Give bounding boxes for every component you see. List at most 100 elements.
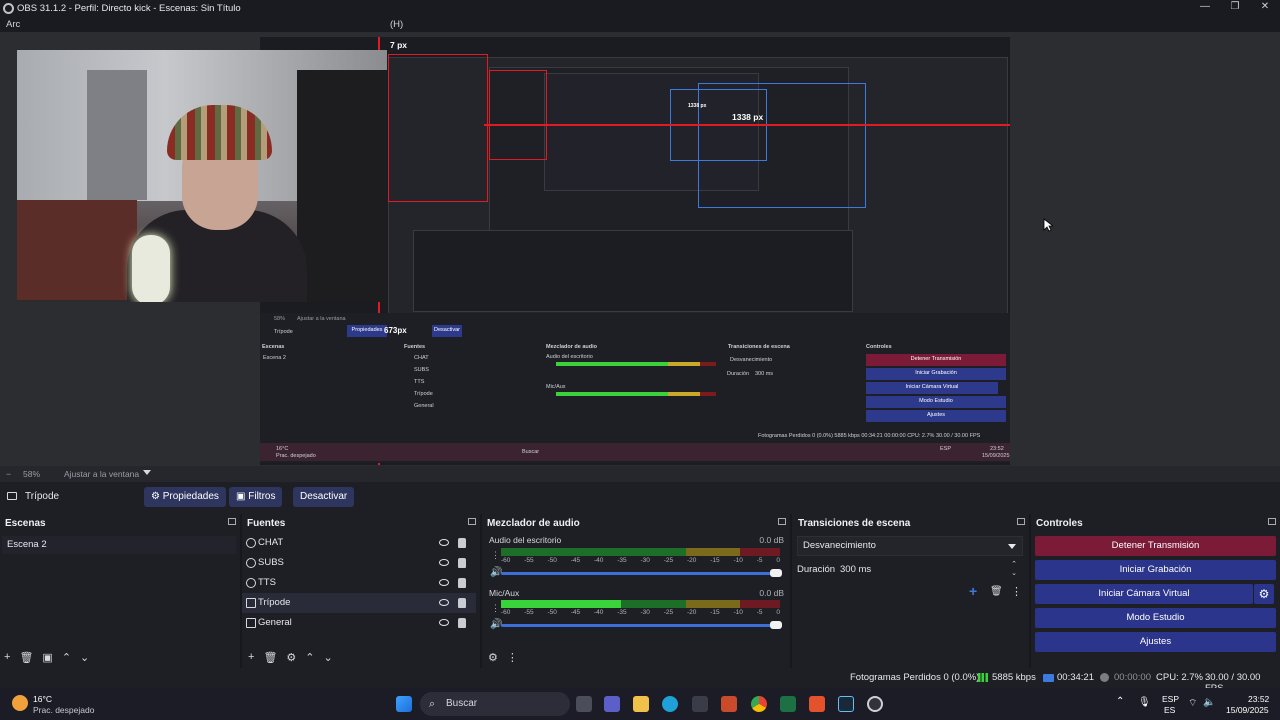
powerpoint-icon[interactable] <box>721 696 737 712</box>
meter-tick-label: -60 <box>501 609 511 616</box>
lock-icon[interactable] <box>458 598 466 608</box>
virtual-cam-button[interactable]: Iniciar Cámara Virtual <box>1035 584 1253 604</box>
language-secondary[interactable]: ES <box>1164 705 1175 715</box>
task-view-icon[interactable] <box>576 696 592 712</box>
dock-float-icon[interactable] <box>1268 518 1276 525</box>
search-icon: ⌕ <box>429 698 436 710</box>
duration-input[interactable]: 300 ms ⌃ ⌄ <box>835 560 1023 580</box>
deactivate-button[interactable]: Desactivar <box>293 487 355 507</box>
source-item-tts[interactable]: TTS <box>242 573 476 593</box>
properties-button[interactable]: ⚙ Propiedades <box>144 487 226 507</box>
channel-menu-icon[interactable]: ⋮ <box>491 550 500 561</box>
excel-icon[interactable] <box>780 696 796 712</box>
chrome-icon[interactable] <box>751 696 767 712</box>
filters-label: Filtros <box>248 491 276 502</box>
move-down-icon[interactable]: ⌄ <box>324 651 333 664</box>
source-label: Trípode <box>258 597 291 608</box>
filters-button[interactable]: ▣ Filtros <box>229 487 283 507</box>
source-label: CHAT <box>258 537 284 548</box>
close-button[interactable]: ✕ <box>1250 0 1280 16</box>
minimize-button[interactable]: — <box>1190 0 1220 16</box>
visibility-eye-icon[interactable] <box>439 559 449 566</box>
source-item-tripode[interactable]: Trípode <box>242 593 476 613</box>
mini-source-name: Trípode <box>274 329 293 335</box>
lock-icon[interactable] <box>458 538 466 548</box>
mini-studio-mode: Modo Estudio <box>866 396 1006 408</box>
studio-mode-button[interactable]: Modo Estudio <box>1035 608 1276 628</box>
taskbar-search[interactable]: ⌕ Buscar <box>420 692 570 716</box>
channel-menu-icon[interactable]: ⋮ <box>491 603 500 614</box>
cpu-usage: CPU: 2.7% <box>1156 672 1203 683</box>
transition-select[interactable]: Desvanecimiento <box>797 536 1023 556</box>
weather-desc: Prac. despejado <box>33 705 95 715</box>
add-scene-icon[interactable]: + <box>4 651 10 664</box>
meter-tick-label: -45 <box>570 557 581 564</box>
store-icon[interactable] <box>692 696 708 712</box>
tray-chevron-up-icon[interactable]: ⌃ <box>1116 696 1124 707</box>
dock-float-icon[interactable] <box>228 518 236 525</box>
file-explorer-icon[interactable] <box>633 696 649 712</box>
scene-item[interactable]: Escena 2 <box>2 536 236 554</box>
speaker-icon[interactable]: 🔊 <box>490 619 502 630</box>
zoom-out-button[interactable]: − <box>6 469 11 479</box>
settings-button[interactable]: Ajustes <box>1035 632 1276 652</box>
background-couch <box>17 200 137 300</box>
remove-scene-icon[interactable]: 🗑 <box>19 651 33 664</box>
speaker-icon[interactable]: 🔊 <box>490 567 502 578</box>
lock-icon[interactable] <box>458 618 466 628</box>
move-up-icon[interactable]: ⌃ <box>62 651 71 664</box>
move-up-icon[interactable]: ⌃ <box>305 651 314 664</box>
visibility-eye-icon[interactable] <box>439 579 449 586</box>
language-primary[interactable]: ESP <box>1162 694 1179 704</box>
mini-dock-transitions: Transiciones de escena <box>728 344 790 350</box>
dock-float-icon[interactable] <box>778 518 786 525</box>
brave-icon[interactable] <box>809 696 825 712</box>
steam-icon[interactable] <box>838 696 854 712</box>
start-recording-button[interactable]: Iniciar Grabación <box>1035 560 1276 580</box>
volume-slider-desktop[interactable] <box>501 569 782 577</box>
stop-stream-button[interactable]: Detener Transmisión <box>1035 536 1276 556</box>
virtual-cam-settings-icon[interactable]: ⚙ <box>1254 584 1274 604</box>
source-item-chat[interactable]: CHAT <box>242 533 476 553</box>
clock-time[interactable]: 23:52 <box>1248 694 1269 704</box>
teams-icon[interactable] <box>604 696 620 712</box>
source-item-subs[interactable]: SUBS <box>242 553 476 573</box>
visibility-eye-icon[interactable] <box>439 539 449 546</box>
remove-source-icon[interactable]: 🗑 <box>263 651 277 664</box>
lock-icon[interactable] <box>458 558 466 568</box>
obs-taskbar-icon[interactable] <box>867 696 883 712</box>
fit-window-button[interactable]: Ajustar a la ventana <box>64 469 139 479</box>
volume-knob[interactable] <box>770 569 782 577</box>
source-item-general[interactable]: General <box>242 613 476 633</box>
transition-menu-icon[interactable]: ⋮ <box>1011 585 1022 598</box>
scene-filters-icon[interactable]: ▣ <box>42 651 52 664</box>
volume-icon[interactable]: 🔈 <box>1203 697 1215 708</box>
controls-title: Controles <box>1036 518 1083 529</box>
volume-slider-mic[interactable] <box>501 621 782 629</box>
add-source-icon[interactable]: + <box>248 651 254 664</box>
microphone-icon[interactable]: 🎙 <box>1138 697 1151 708</box>
lock-icon[interactable] <box>458 578 466 588</box>
visibility-eye-icon[interactable] <box>439 619 449 626</box>
mixer-menu-icon[interactable]: ⋮ <box>507 651 518 664</box>
source-settings-icon[interactable]: ⚙ <box>286 651 296 664</box>
volume-knob[interactable] <box>770 621 782 629</box>
clock-date[interactable]: 15/09/2025 <box>1226 705 1269 715</box>
add-transition-icon[interactable]: + <box>969 583 977 599</box>
dock-separator[interactable] <box>790 514 792 668</box>
menu-item-archivo[interactable]: Arc <box>6 19 20 30</box>
remove-transition-icon[interactable]: 🗑 <box>990 586 1003 597</box>
maximize-button[interactable]: ❐ <box>1220 0 1250 16</box>
duration-stepper-icon[interactable]: ⌃ ⌄ <box>1011 560 1017 578</box>
advanced-audio-icon[interactable]: ⚙ <box>488 651 498 664</box>
fit-dropdown-icon[interactable] <box>143 470 151 475</box>
move-down-icon[interactable]: ⌄ <box>80 651 89 664</box>
windows-start-icon[interactable] <box>396 696 412 712</box>
wifi-icon[interactable]: ⌔ <box>1188 697 1197 710</box>
menu-item-help[interactable]: (H) <box>390 19 403 30</box>
webcam-source[interactable] <box>17 50 387 302</box>
visibility-eye-icon[interactable] <box>439 599 449 606</box>
dock-float-icon[interactable] <box>468 518 476 525</box>
dock-float-icon[interactable] <box>1017 518 1025 525</box>
edge-icon[interactable] <box>662 696 678 712</box>
